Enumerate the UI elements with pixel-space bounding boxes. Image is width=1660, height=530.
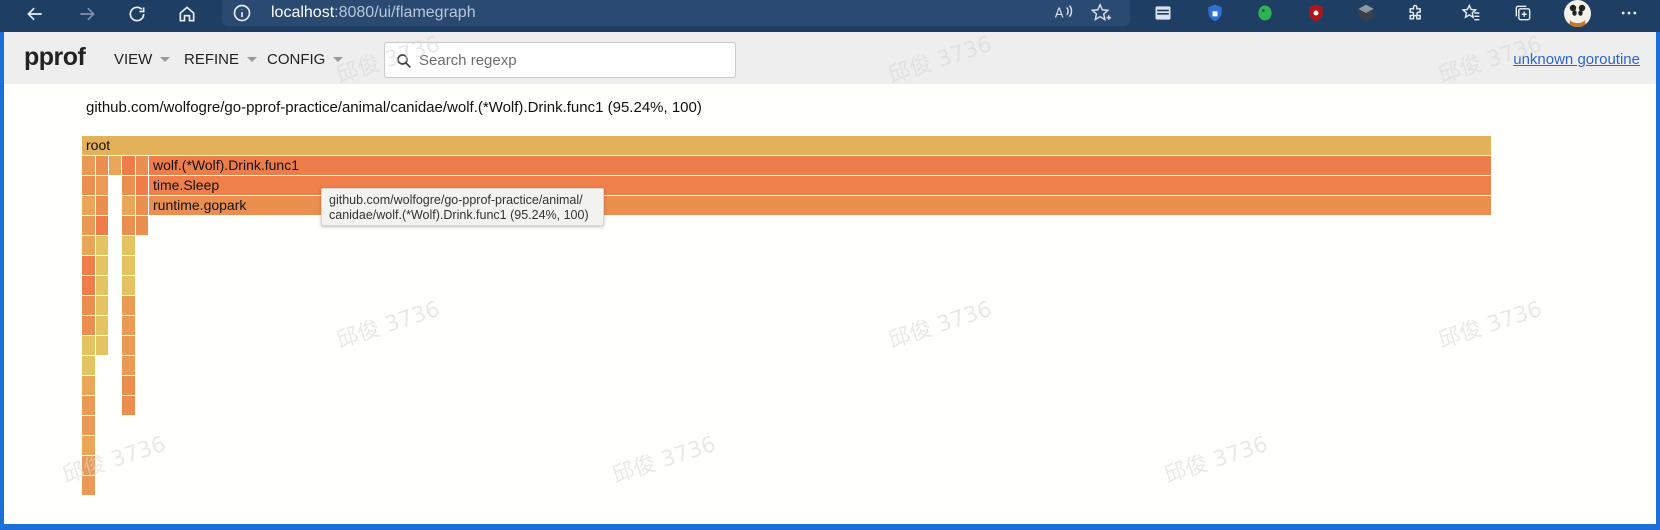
frame-small[interactable]	[122, 176, 136, 195]
frame-small[interactable]	[122, 336, 136, 355]
frame-small[interactable]	[122, 376, 136, 395]
frame-small[interactable]	[82, 456, 96, 475]
frame-small[interactable]	[82, 216, 96, 235]
frame-small[interactable]	[96, 276, 109, 295]
shield-icon[interactable]	[1204, 2, 1226, 24]
frame-small[interactable]	[82, 176, 96, 195]
frame-root[interactable]	[82, 136, 1492, 155]
frame-small[interactable]	[96, 176, 109, 195]
frame-small[interactable]	[96, 196, 109, 215]
frame-small[interactable]	[122, 276, 136, 295]
flame-graph[interactable]: root wolf.(*Wolf).Drink.func1 time.Sleep…	[4, 32, 1656, 524]
frame-drink-func1-label: wolf.(*Wolf).Drink.func1	[153, 157, 300, 173]
frame-small[interactable]	[122, 296, 136, 315]
frame-small[interactable]	[82, 436, 96, 455]
frame-small[interactable]	[82, 196, 96, 215]
tooltip-line-2: canidae/wolf.(*Wolf).Drink.func1 (95.24%…	[329, 208, 589, 222]
frame-small[interactable]	[96, 296, 109, 315]
address-bar[interactable]: localhost:8080/ui/flamegraph A	[222, 0, 1130, 26]
frame-small[interactable]	[82, 276, 96, 295]
back-icon[interactable]	[18, 0, 52, 28]
frame-small[interactable]	[136, 156, 149, 175]
browser-toolbar: localhost:8080/ui/flamegraph A	[0, 0, 1660, 32]
frame-small[interactable]	[136, 216, 149, 235]
frame-small[interactable]	[122, 196, 136, 215]
favorites-icon[interactable]	[1460, 2, 1482, 24]
frame-small[interactable]	[122, 156, 136, 175]
frame-small[interactable]	[82, 296, 96, 315]
frame-small[interactable]	[96, 156, 109, 175]
frame-small[interactable]	[82, 416, 96, 435]
evernote-icon[interactable]	[1254, 2, 1276, 24]
frame-small[interactable]	[82, 336, 96, 355]
frame-small[interactable]	[96, 256, 109, 275]
frame-small[interactable]	[82, 476, 96, 495]
frame-small[interactable]	[82, 396, 96, 415]
read-aloud-icon[interactable]: A	[1052, 2, 1074, 24]
favorite-add-icon[interactable]	[1090, 2, 1112, 24]
window-bottom-edge	[0, 524, 1660, 530]
more-icon[interactable]	[1618, 2, 1640, 24]
cube-icon[interactable]	[1355, 2, 1377, 24]
collections-icon[interactable]	[1512, 2, 1534, 24]
frame-small[interactable]	[96, 336, 109, 355]
url-text[interactable]: localhost:8080/ui/flamegraph	[271, 4, 476, 22]
frame-runtime-gopark-label: runtime.gopark	[153, 197, 247, 213]
frame-small[interactable]	[82, 236, 96, 255]
frame-small[interactable]	[82, 316, 96, 335]
frame-small[interactable]	[122, 216, 136, 235]
frame-small[interactable]	[96, 316, 109, 335]
frame-small[interactable]	[122, 256, 136, 275]
frame-small[interactable]	[136, 196, 149, 215]
frame-small[interactable]	[82, 256, 96, 275]
frame-small[interactable]	[122, 396, 136, 415]
tooltip-line-1: github.com/wolfogre/go-pprof-practice/an…	[329, 193, 583, 207]
read-aloud-letter: A	[1055, 7, 1064, 22]
avatar[interactable]	[1564, 0, 1591, 27]
tab-icon[interactable]	[1152, 2, 1174, 24]
frame-drink-func1[interactable]	[149, 156, 1492, 175]
home-icon[interactable]	[170, 0, 204, 28]
pprof-page: pprof VIEW REFINE CONFIG unknown gorouti…	[4, 32, 1656, 524]
ublock-icon[interactable]	[1305, 2, 1327, 24]
frame-time-sleep-label: time.Sleep	[153, 177, 220, 193]
frame-small[interactable]	[109, 156, 122, 175]
refresh-icon[interactable]	[120, 0, 154, 28]
frame-tooltip: github.com/wolfogre/go-pprof-practice/an…	[321, 188, 604, 226]
forward-icon[interactable]	[70, 0, 104, 28]
frame-root-label: root	[86, 137, 111, 153]
frame-small[interactable]	[96, 236, 109, 255]
frame-small[interactable]	[82, 156, 96, 175]
frame-small[interactable]	[82, 356, 96, 375]
frame-small[interactable]	[122, 316, 136, 335]
info-icon[interactable]	[232, 3, 252, 23]
frame-small[interactable]	[136, 176, 149, 195]
puzzle-icon[interactable]	[1405, 2, 1427, 24]
frame-small[interactable]	[122, 236, 136, 255]
frame-small[interactable]	[82, 376, 96, 395]
frame-small[interactable]	[122, 356, 136, 375]
frame-small[interactable]	[96, 216, 109, 235]
